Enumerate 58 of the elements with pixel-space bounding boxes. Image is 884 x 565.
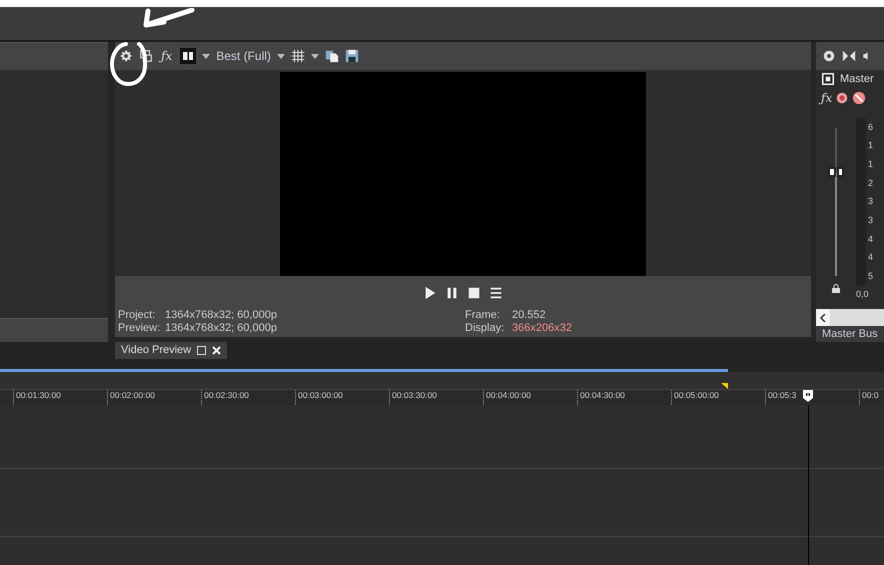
- close-icon[interactable]: [212, 346, 222, 355]
- meter-scale-label: 3: [868, 195, 874, 208]
- scrollbar[interactable]: [816, 309, 884, 326]
- meter-scale-label: 3: [868, 214, 874, 227]
- time-label: 00:0: [862, 390, 879, 400]
- bowtie-icon[interactable]: [842, 49, 856, 63]
- grid-icon[interactable]: [290, 49, 305, 63]
- info-value: 20.552: [512, 309, 546, 322]
- menu-icon[interactable]: [489, 286, 503, 300]
- caret-icon[interactable]: [276, 54, 285, 58]
- fx-icon[interactable]: ƒx: [821, 89, 832, 107]
- time-label: 00:02:30:00: [204, 390, 249, 400]
- fader-handle[interactable]: [828, 167, 844, 178]
- pause-icon[interactable]: [445, 286, 459, 300]
- channel-name: Master: [840, 72, 874, 87]
- meter-scale-label: 4: [868, 232, 874, 246]
- info-label: Preview:: [118, 322, 162, 335]
- time-label: 00:01:30:00: [16, 390, 61, 400]
- meter-scale-label: 2: [868, 176, 874, 190]
- checkbox-icon[interactable]: [822, 73, 834, 85]
- meter-reading: 0,0: [856, 288, 870, 301]
- meter-scale-label: 1: [868, 139, 874, 152]
- meter-scale-label: 1: [868, 158, 874, 171]
- copy-icon[interactable]: [324, 49, 339, 63]
- time-label: 00:04:00:00: [486, 390, 531, 400]
- caret-icon[interactable]: [310, 54, 319, 58]
- save-icon[interactable]: [344, 49, 359, 63]
- caret-icon[interactable]: [202, 54, 210, 58]
- info-value: 366x206x32: [512, 322, 572, 335]
- time-label: 00:05:3: [768, 390, 796, 400]
- info-label: Frame:: [465, 309, 501, 322]
- info-label: Display:: [465, 322, 506, 335]
- playhead-icon[interactable]: [803, 390, 813, 402]
- settings-icon[interactable]: [119, 49, 133, 63]
- record-icon[interactable]: [835, 91, 850, 105]
- info-value: 1364x768x32; 60,000p: [165, 322, 277, 335]
- lock-icon: [832, 284, 840, 293]
- time-label: 00:03:00:00: [298, 390, 343, 400]
- fx-icon[interactable]: ƒx: [159, 47, 174, 65]
- time-label: 00:04:30:00: [580, 390, 625, 400]
- maximize-icon[interactable]: [197, 346, 206, 355]
- info-value: 1364x768x32; 60,000p: [165, 309, 277, 322]
- panel-tab[interactable]: Video Preview: [115, 342, 228, 359]
- time-label: 00:02:00:00: [110, 390, 155, 400]
- split-screen-icon[interactable]: [180, 48, 196, 64]
- quality-dropdown[interactable]: Best (Full): [216, 47, 271, 65]
- meter-scale-label: 4: [868, 251, 874, 264]
- scroll-left-icon[interactable]: [816, 309, 830, 326]
- time-label: 00:03:30:00: [392, 390, 437, 400]
- meter-scale-label: 5: [868, 270, 874, 283]
- settings-icon[interactable]: [822, 49, 836, 63]
- time-label: 00:05:00:00: [674, 390, 719, 400]
- mute-icon[interactable]: [852, 91, 866, 105]
- monitor-icon[interactable]: [139, 49, 153, 63]
- meter-scale-label: 6: [868, 120, 874, 134]
- info-label: Project:: [118, 309, 156, 322]
- stop-icon[interactable]: [467, 286, 481, 300]
- play-icon[interactable]: [423, 286, 437, 300]
